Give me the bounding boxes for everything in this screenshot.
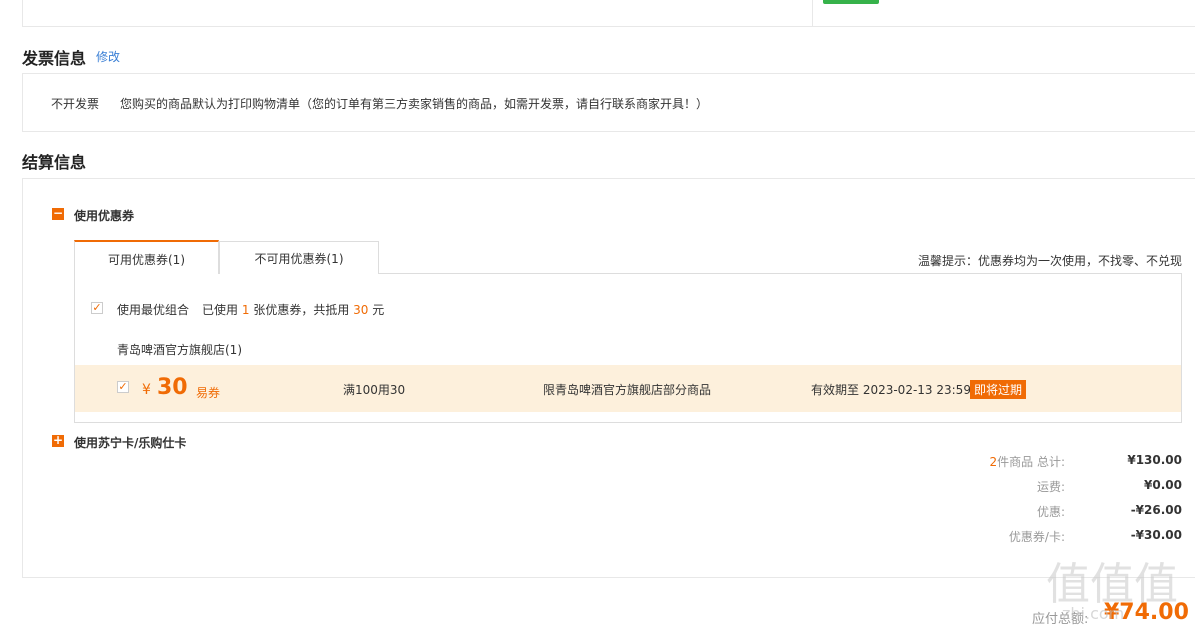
- expire-badge: 即将过期: [970, 380, 1027, 399]
- summary-shipping-value: ¥0.00: [1144, 478, 1182, 492]
- summary-coupon-label: 优惠券/卡:: [1008, 530, 1065, 544]
- invoice-edit-link[interactable]: 修改: [96, 48, 120, 65]
- used-amount: 30: [353, 303, 369, 317]
- coupon-condition: 满100用30: [343, 383, 406, 397]
- coupon-scope: 限青岛啤酒官方旗舰店部分商品: [543, 383, 712, 397]
- tab-available-coupons[interactable]: 可用优惠券(1): [74, 240, 219, 274]
- watermark-logo: 值值值: [1046, 559, 1178, 610]
- best-combo-label: 使用最优组合: [117, 303, 190, 317]
- best-combo-checkbox[interactable]: ✓: [91, 302, 103, 314]
- settlement-section-title: 结算信息: [22, 153, 87, 172]
- summary-discount-label: 优惠:: [1036, 505, 1065, 519]
- tab-unavailable-coupons[interactable]: 不可用优惠券(1): [219, 241, 379, 274]
- used-mid: 张优惠券，共抵用: [253, 303, 350, 317]
- store-name: 青岛啤酒官方旗舰店(1): [117, 343, 242, 357]
- coupon-type: 易券: [196, 386, 221, 400]
- coupon-validity: 有效期至 2023-02-13 23:59: [811, 383, 971, 397]
- used-prefix: 已使用: [202, 303, 239, 317]
- expand-icon[interactable]: +: [52, 434, 64, 447]
- total-label-text: 件商品 总计:: [997, 455, 1065, 469]
- invoice-note: 您购买的商品默认为打印购物清单（您的订单有第三方卖家销售的商品，如需开发票，请自…: [120, 97, 709, 111]
- coupon-amount: 30: [157, 375, 188, 400]
- used-count: 1: [241, 303, 250, 317]
- collapse-icon[interactable]: −: [52, 207, 64, 220]
- divider: [812, 0, 813, 26]
- card-toggle-label[interactable]: 使用苏宁卡/乐购仕卡: [74, 434, 186, 451]
- coupon-checkbox[interactable]: ✓: [117, 381, 129, 393]
- summary-shipping-label: 运费:: [1036, 480, 1065, 494]
- invoice-section-title: 发票信息: [22, 49, 87, 68]
- summary-total-label: 2件商品 总计:: [945, 453, 1066, 470]
- previous-section-box: [22, 0, 1195, 27]
- coupon-toggle-label[interactable]: 使用优惠券: [74, 207, 134, 224]
- item-count: 2: [989, 455, 998, 469]
- coupon-tip: 温馨提示：优惠券均为一次使用，不找零、不兑现: [918, 254, 1183, 268]
- green-badge: [823, 0, 879, 4]
- invoice-type: 不开发票: [51, 97, 100, 111]
- coupon-currency: ¥: [142, 382, 151, 398]
- summary-discount-value: -¥26.00: [1130, 503, 1182, 517]
- watermark-url: zhi.com: [1062, 604, 1125, 623]
- summary-coupon-value: -¥30.00: [1130, 528, 1182, 542]
- summary-total-value: ¥130.00: [1127, 453, 1182, 467]
- used-suffix: 元: [372, 303, 385, 317]
- best-combo-summary: 已使用 1 张优惠券，共抵用 30 元: [202, 301, 384, 318]
